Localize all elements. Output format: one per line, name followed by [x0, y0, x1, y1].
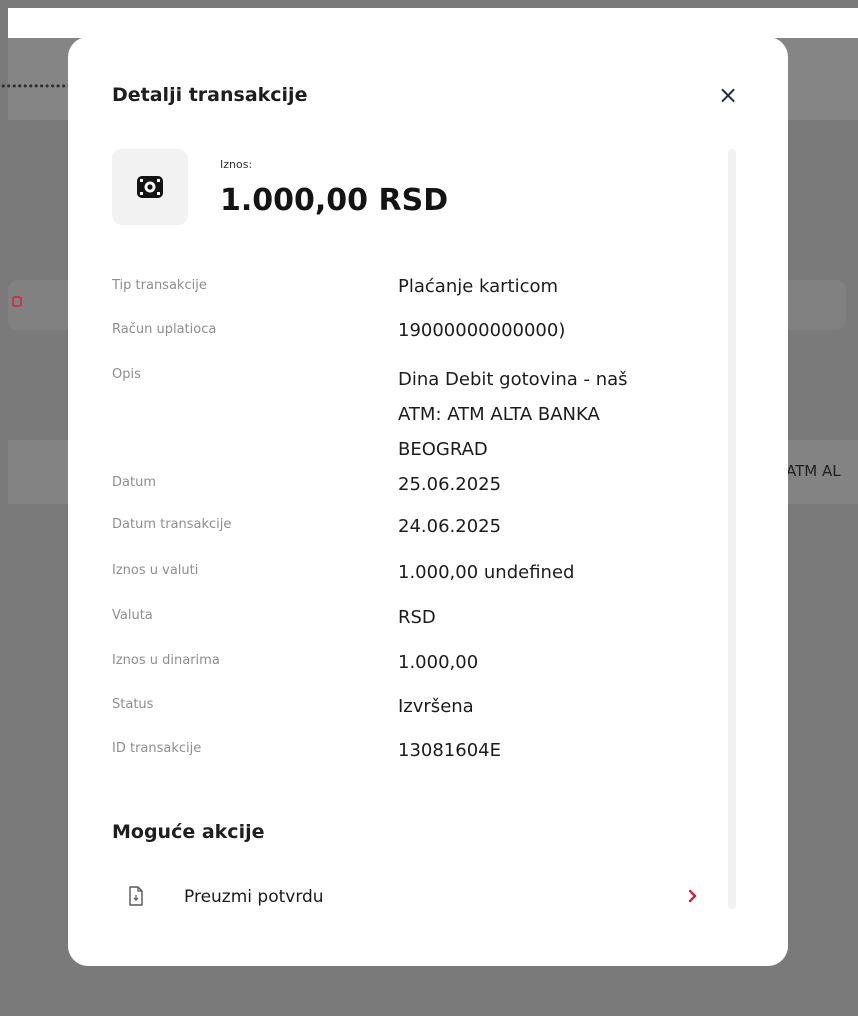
detail-value-transaction-date: 24.06.2025	[398, 516, 502, 537]
cash-icon-box	[112, 149, 188, 225]
background-card-icon	[12, 296, 22, 307]
detail-value-currency: RSD	[398, 607, 436, 628]
download-confirmation-button[interactable]: Preuzmi potvrdu	[112, 875, 712, 923]
detail-label-transaction-date: Datum transakcije	[112, 517, 232, 532]
detail-value-date: 25.06.2025	[398, 474, 502, 495]
detail-value-status: Izvršena	[398, 696, 474, 717]
download-confirmation-label: Preuzmi potvrdu	[184, 887, 324, 907]
detail-label-payer-account: Račun uplatioca	[112, 322, 217, 337]
background-row-text: ATM AL	[786, 462, 841, 480]
detail-label-type: Tip transakcije	[112, 278, 207, 293]
detail-value-amount-dinars: 1.000,00	[398, 652, 479, 673]
background-top-bar	[8, 8, 858, 38]
detail-value-type: Plaćanje karticom	[398, 276, 559, 297]
close-icon: ×	[717, 81, 739, 109]
close-button[interactable]: ×	[712, 79, 744, 111]
detail-label-transaction-id: ID transakcije	[112, 741, 202, 756]
detail-value-amount-currency: 1.000,00 undefined	[398, 562, 575, 583]
amount-value: 1.000,00 RSD	[220, 183, 449, 218]
detail-label-status: Status	[112, 697, 154, 712]
detail-value-payer-account: 19000000000000)	[398, 320, 566, 341]
detail-label-date: Datum	[112, 475, 156, 490]
amount-label: Iznos:	[220, 158, 253, 171]
modal-title: Detalji transakcije	[112, 84, 308, 106]
detail-label-amount-dinars: Iznos u dinarima	[112, 653, 220, 668]
document-icon	[129, 886, 143, 906]
detail-value-transaction-id: 13081604E	[398, 740, 501, 761]
detail-value-description: Dina Debit gotovina - naš ATM: ATM ALTA …	[398, 369, 628, 460]
detail-label-currency: Valuta	[112, 608, 153, 623]
detail-label-description: Opis	[112, 367, 141, 382]
detail-label-amount-currency: Iznos u valuti	[112, 563, 199, 578]
cash-icon	[137, 176, 163, 198]
chevron-right-icon	[688, 889, 697, 903]
transaction-details-modal: Detalji transakcije × Iznos: 1.000,00 RS…	[68, 37, 788, 966]
scrollbar[interactable]	[728, 149, 736, 909]
actions-title: Moguće akcije	[112, 821, 265, 843]
